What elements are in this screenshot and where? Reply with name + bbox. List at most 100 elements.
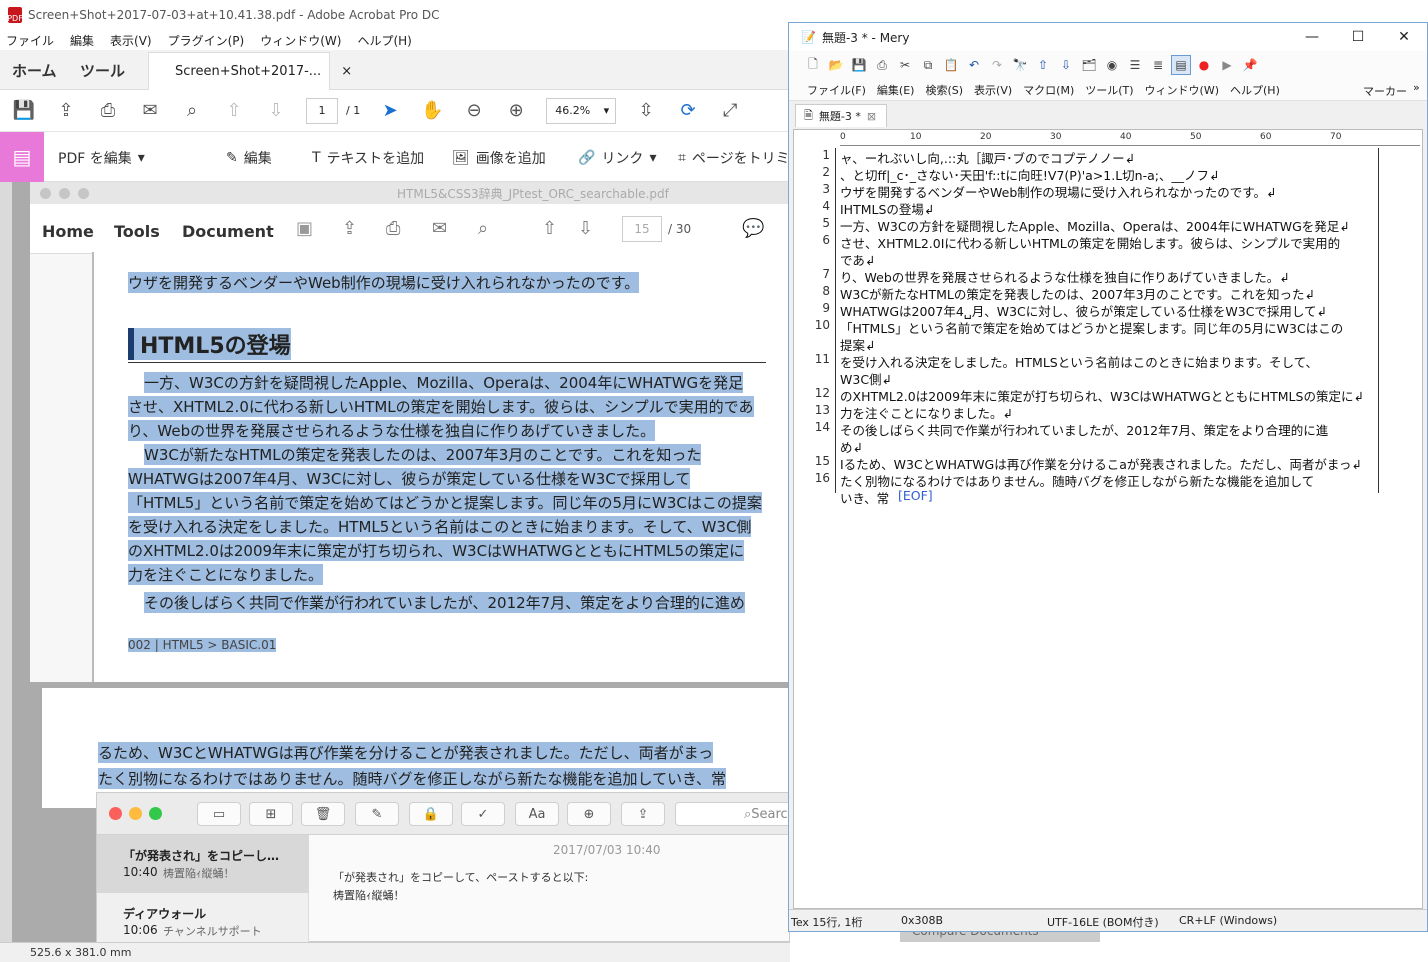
find-next-icon[interactable]: ⇩ [1056, 55, 1076, 75]
fit-page-icon[interactable]: ⇳ [634, 99, 658, 123]
add-image-button[interactable]: 🖼 画像を追加 [452, 148, 546, 168]
menu-macro[interactable]: マクロ(M) [1023, 82, 1074, 98]
find-in-files-icon[interactable]: 🗂 [1079, 55, 1099, 75]
tab-untitled-3[interactable]: 🗎 無題-3 * ⊠ [795, 104, 887, 127]
sidebar-toggle-icon[interactable]: ▭ [197, 802, 241, 826]
play-macro-icon[interactable]: ▶ [1217, 55, 1237, 75]
close-icon[interactable]: ✕ [1381, 23, 1427, 51]
notes-search-input[interactable]: ⌕ Search [675, 802, 796, 826]
save-icon[interactable]: 💾 [849, 55, 869, 75]
menu-edit[interactable]: 編集 [70, 32, 94, 49]
menu-search[interactable]: 検索(S) [925, 82, 963, 98]
wrap-ruler-icon[interactable]: ▤ [1171, 55, 1191, 75]
tab-home[interactable]: ホーム [12, 60, 57, 81]
code-line[interactable]: いき、常 [840, 488, 889, 507]
open-file-icon[interactable]: 📂 [826, 55, 846, 75]
add-text-button[interactable]: T テキストを追加 [312, 148, 424, 168]
note-body[interactable]: 「が発表され」をコピーして、ペーストすると以下: [333, 869, 588, 885]
wrap-window-icon[interactable]: ≣ [1148, 55, 1168, 75]
tab-document[interactable]: Screen+Shot+2017-... × [148, 52, 352, 90]
save-icon[interactable]: 💾 [12, 99, 36, 123]
compose-icon[interactable]: ✎ [355, 802, 399, 826]
chevron-right-icon[interactable]: » [1413, 81, 1420, 94]
page-number-input[interactable]: 1 [306, 97, 338, 124]
marker-toolbar[interactable]: マーカー [1363, 83, 1407, 99]
note-item-selected[interactable] [97, 835, 309, 893]
zoom-in-icon[interactable]: ⊕ [504, 99, 528, 123]
record-macro-icon[interactable]: ● [1194, 55, 1214, 75]
minimize-icon[interactable]: — [1289, 23, 1335, 51]
line-number: 16 [814, 471, 830, 485]
tab-close-icon[interactable]: × [341, 64, 352, 79]
edit-pdf-dropdown[interactable]: PDF を編集 ▾ [58, 148, 145, 168]
tab-close-icon[interactable]: ⊠ [867, 110, 876, 123]
code-line[interactable]: 「HTMLS」という名前で策定を始めてはどうかと提案します。同じ年の5月にW3C… [840, 318, 1343, 337]
lock-icon[interactable]: 🔒 [409, 802, 453, 826]
menu-window[interactable]: ウィンドウ(W) [260, 32, 341, 49]
copy-icon[interactable]: ⧉ [918, 55, 938, 75]
undo-icon[interactable]: ↶ [964, 55, 984, 75]
collaborate-icon[interactable]: ⊕ [567, 802, 611, 826]
note-preview: チャンネルサポート [163, 925, 262, 938]
paste-icon[interactable]: 📋 [941, 55, 961, 75]
zoom-select[interactable]: 46.2% ▾ [546, 97, 617, 124]
menu-tools[interactable]: ツール(T) [1085, 82, 1133, 98]
menu-file[interactable]: ファイル [6, 32, 54, 49]
new-file-icon[interactable]: 🗋 [803, 55, 823, 75]
find-prev-icon[interactable]: ⇧ [1033, 55, 1053, 75]
attachments-icon[interactable]: ⊞ [249, 802, 293, 826]
format-icon[interactable]: Aa [515, 802, 559, 826]
print-icon[interactable]: ⎙ [872, 55, 892, 75]
editor-area[interactable]: 0 10 20 30 40 50 60 70 1 ャ、ーれぶいし向,.::丸［諏戸… [793, 129, 1423, 909]
select-tool-icon[interactable]: ➤ [378, 99, 402, 123]
close-dot-icon[interactable] [109, 807, 122, 820]
zoom-out-icon[interactable]: ⊖ [462, 99, 486, 123]
upload-icon[interactable]: ⇪ [54, 99, 78, 123]
menu-plugin[interactable]: プラグイン(P) [168, 32, 245, 49]
link-label: リンク [601, 151, 644, 167]
acrobat-title: Screen+Shot+2017-07-03+at+10.41.38.pdf -… [28, 8, 440, 22]
print-icon[interactable]: ⎙ [96, 99, 120, 123]
encoding[interactable]: UTF-16LE (BOM付き) [1047, 914, 1159, 930]
maximize-icon[interactable]: ☐ [1335, 23, 1381, 51]
menu-window[interactable]: ウィンドウ(W) [1145, 82, 1219, 98]
menu-edit[interactable]: 編集(E) [877, 82, 915, 98]
crop-page-button[interactable]: ⌗ ページをトリミ [678, 148, 790, 168]
mail-icon[interactable]: ✉ [138, 99, 162, 123]
cut-icon[interactable]: ✂ [895, 55, 915, 75]
link-button[interactable]: 🔗 リンク ▾ [578, 148, 656, 168]
tab-tools[interactable]: ツール [80, 60, 125, 81]
share-icon[interactable]: ⇪ [621, 802, 665, 826]
menu-help[interactable]: ヘルプ(H) [357, 32, 411, 49]
replace-icon[interactable]: ◉ [1102, 55, 1122, 75]
menu-file[interactable]: ファイル(F) [807, 82, 866, 98]
search-icon[interactable]: ⌕ [180, 99, 204, 123]
menu-view[interactable]: 表示(V) [110, 32, 152, 49]
page-down-icon[interactable]: ⇩ [264, 99, 288, 123]
find-icon[interactable]: 🔭 [1010, 55, 1030, 75]
code-line[interactable]: を受け入れる決定をしました。HTMLSという名前はこのときに始まります。そして、 [840, 352, 1318, 371]
redo-icon[interactable]: ↷ [987, 55, 1007, 75]
menu-help[interactable]: ヘルプ(H) [1230, 82, 1280, 98]
minimize-dot-icon[interactable] [129, 807, 142, 820]
pin-icon[interactable]: 📌 [1240, 55, 1260, 75]
note-title[interactable]: ディアウォール [123, 905, 206, 922]
edit-pdf-tool-icon[interactable]: ▤ [0, 132, 44, 182]
fullscreen-icon[interactable]: ⤢ [718, 99, 742, 123]
trash-icon[interactable]: 🗑 [301, 802, 345, 826]
edit-button[interactable]: ✎ 編集 [226, 148, 272, 168]
hand-tool-icon[interactable]: ✋ [420, 99, 444, 123]
page-up-icon[interactable]: ⇧ [222, 99, 246, 123]
menu-view[interactable]: 表示(V) [974, 82, 1012, 98]
edit-label: 編集 [243, 151, 272, 167]
zoom-dot-icon[interactable] [149, 807, 162, 820]
code-line[interactable]: その後しばらく共同で作業が行われていましたが、2012年7月、策定をより合理的に… [840, 420, 1328, 439]
code-line[interactable]: させ、XHTML2.0Iに代わる新しいHTMLの策定を開始します。彼らは、シンプ… [840, 233, 1340, 252]
rotate-icon[interactable]: ⟳ [676, 99, 700, 123]
line-ending[interactable]: CR+LF (Windows) [1179, 914, 1277, 927]
left-panel-strip[interactable] [0, 182, 12, 962]
wrap-none-icon[interactable]: ☰ [1125, 55, 1145, 75]
note-body[interactable]: 梼置陥ｨ縦蛹！ [333, 887, 405, 903]
checklist-icon[interactable]: ✓ [461, 802, 505, 826]
pdf-line: り、Webの世界を発展させられるような仕様を独自に作りあげていきました。 [128, 420, 656, 441]
